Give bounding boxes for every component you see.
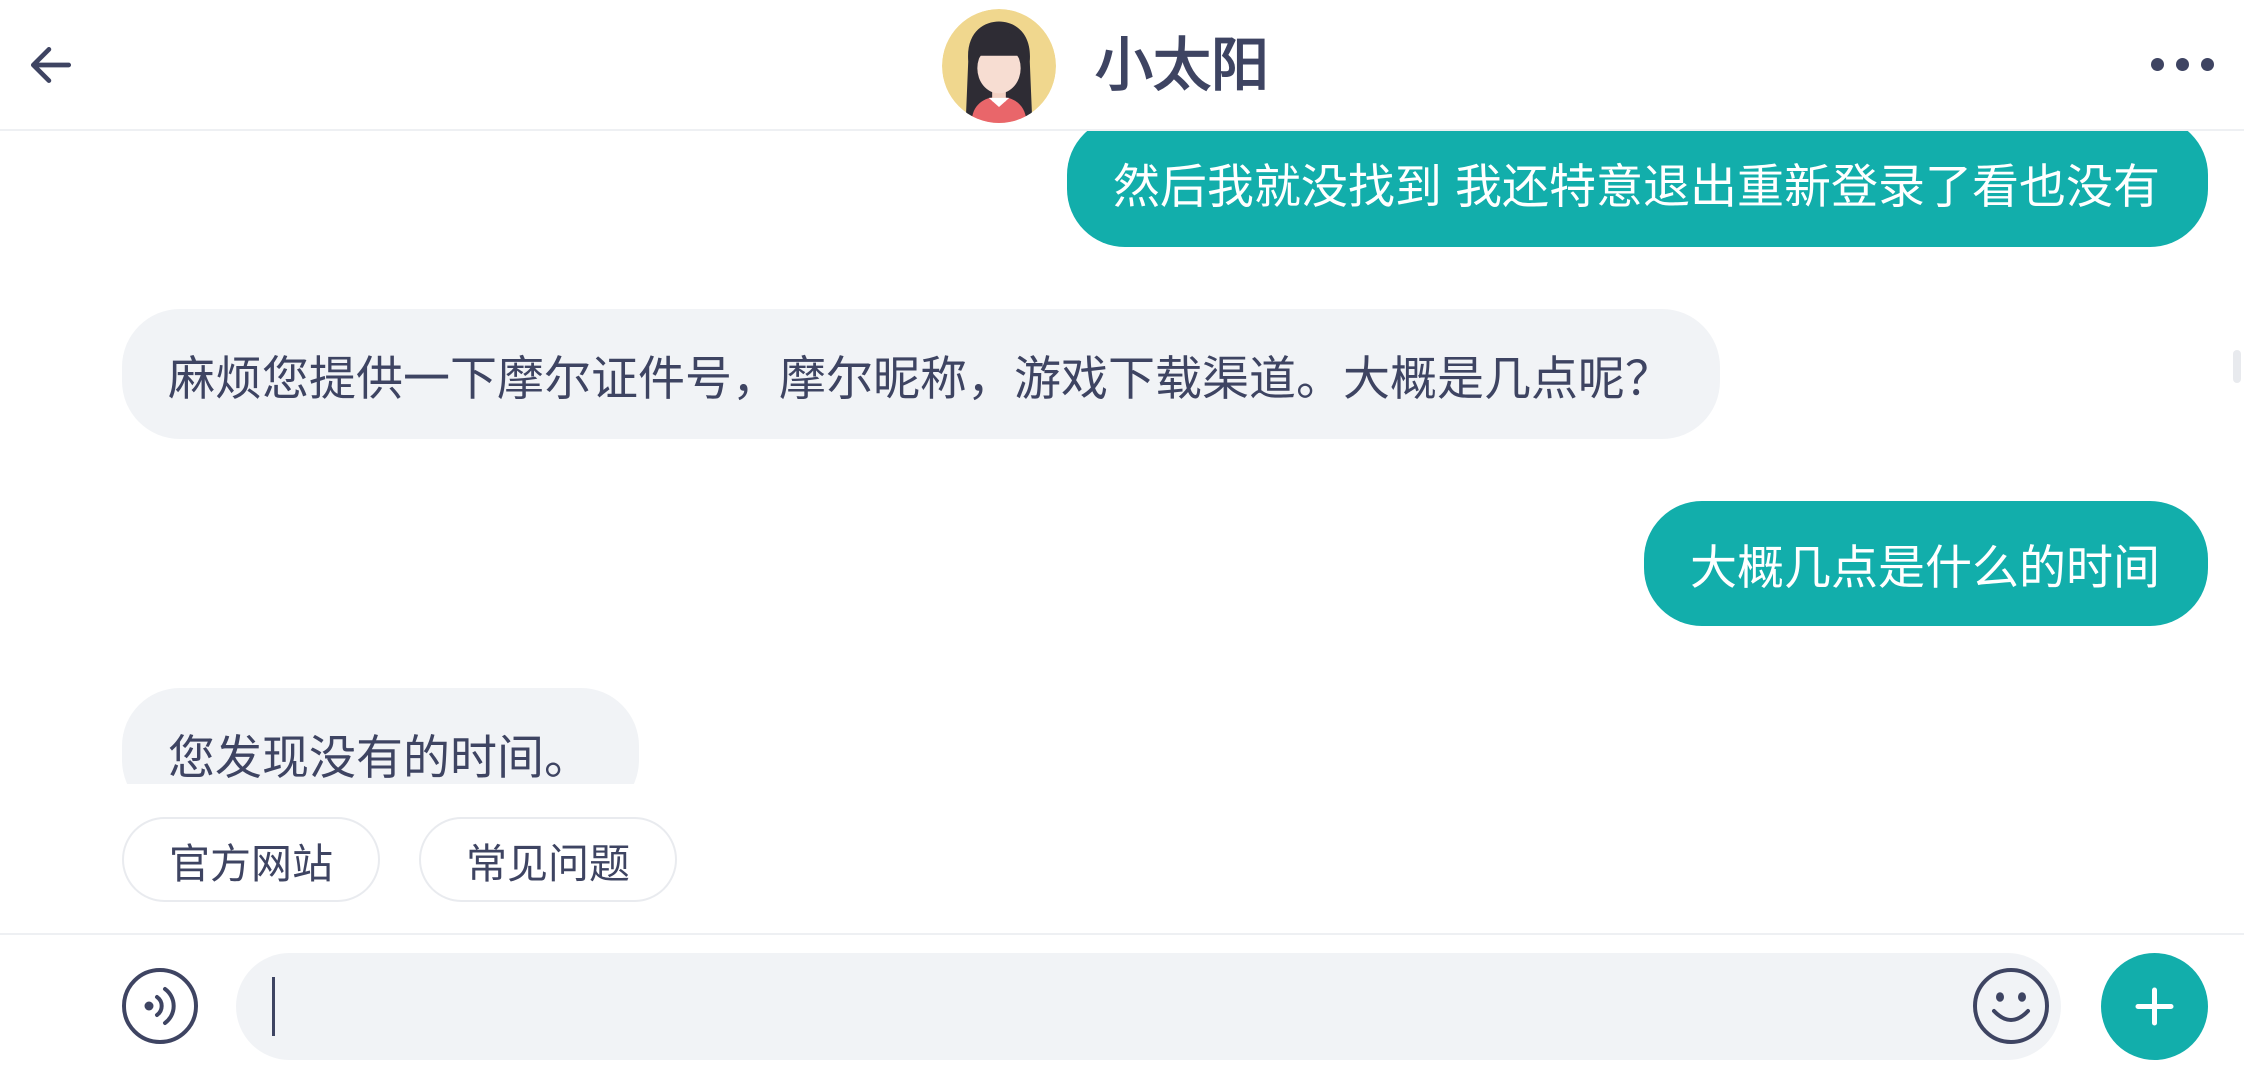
- message-bubble-incoming[interactable]: 您发现没有的时间。: [122, 688, 639, 784]
- contact-info[interactable]: 小太阳: [942, 0, 1302, 129]
- arrow-left-icon: [30, 47, 72, 83]
- more-icon: [2176, 57, 2189, 71]
- message-input-wrapper[interactable]: [236, 953, 2061, 1060]
- message-text: 然后我就没找到 我还特意退出重新登录了看也没有: [1112, 159, 2160, 213]
- plus-icon: [2135, 987, 2174, 1026]
- emoji-icon: [1973, 968, 2049, 1044]
- text-cursor: [272, 977, 275, 1036]
- message-bubble-outgoing[interactable]: 大概几点是什么的时间: [1644, 501, 2208, 626]
- message-list[interactable]: 然后我就没找到 我还特意退出重新登录了看也没有 麻烦您提供一下摩尔证件号，摩尔昵…: [0, 131, 2244, 784]
- message-text: 您发现没有的时间。: [168, 730, 591, 784]
- message-input[interactable]: [272, 953, 1952, 1060]
- message-text: 大概几点是什么的时间: [1690, 541, 2160, 594]
- quick-reply-faq[interactable]: 常见问题: [419, 817, 677, 902]
- add-button[interactable]: [2101, 953, 2208, 1060]
- quick-replies: 官方网站 常见问题: [122, 817, 677, 902]
- message-text: 麻烦您提供一下摩尔证件号，摩尔昵称，游戏下载渠道。大概是几点呢？: [168, 351, 1672, 405]
- page-title: 小太阳: [1095, 33, 1270, 98]
- message-bubble-outgoing[interactable]: 然后我就没找到 我还特意退出重新登录了看也没有: [1066, 131, 2208, 247]
- more-button[interactable]: [2151, 44, 2214, 84]
- avatar[interactable]: [942, 9, 1056, 123]
- chat-header: 小太阳: [0, 0, 2244, 131]
- girl-avatar-icon: [942, 9, 1056, 123]
- emoji-button[interactable]: [1972, 967, 2050, 1045]
- voice-button[interactable]: [121, 967, 199, 1045]
- quick-reply-official-site[interactable]: 官方网站: [122, 817, 380, 902]
- more-icon: [2201, 57, 2214, 71]
- back-button[interactable]: [26, 40, 76, 90]
- message-bubble-incoming[interactable]: 麻烦您提供一下摩尔证件号，摩尔昵称，游戏下载渠道。大概是几点呢？: [122, 309, 1720, 439]
- more-icon: [2151, 57, 2164, 71]
- message-composer: [0, 933, 2244, 1080]
- voice-icon: [122, 968, 198, 1044]
- scrollbar-thumb[interactable]: [2233, 350, 2241, 383]
